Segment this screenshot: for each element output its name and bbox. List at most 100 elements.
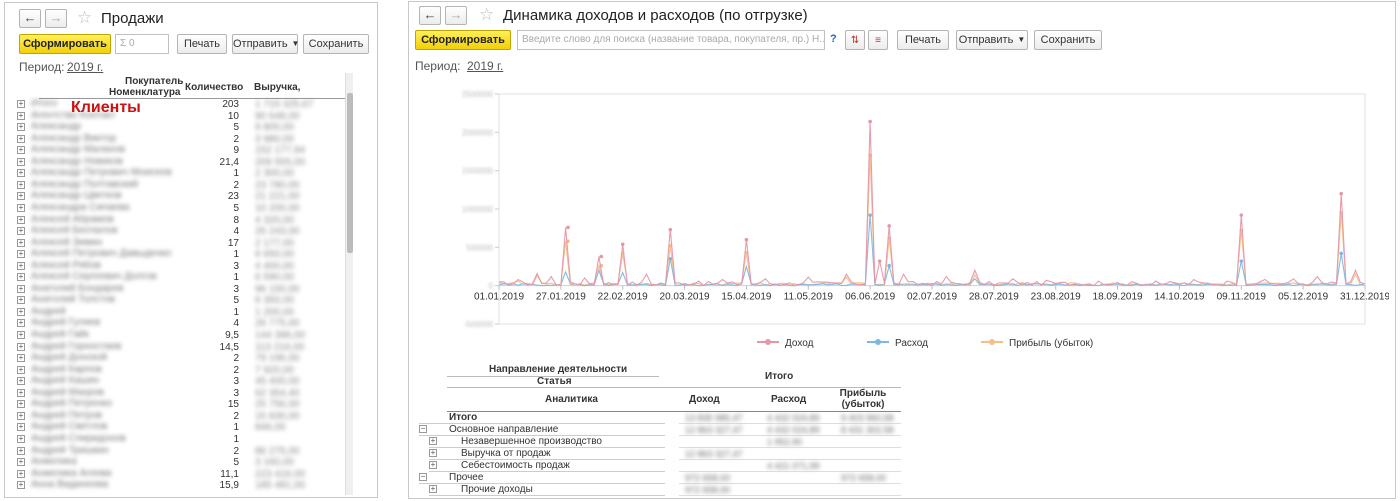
table-row[interactable]: + Андрей Спиридонов 1 xyxy=(5,434,365,445)
table-row[interactable]: + Александра Сипаева 5 10 200,00 xyxy=(5,203,365,214)
expand-plus-icon[interactable]: + xyxy=(17,169,25,178)
save-button[interactable]: Сохранить xyxy=(303,34,369,54)
save-button[interactable]: Сохранить xyxy=(1034,30,1102,50)
expand-plus-icon[interactable]: + xyxy=(17,180,25,189)
print-button[interactable]: Печать xyxy=(897,30,949,50)
sort-descending-icon[interactable]: ≡ xyxy=(868,30,888,50)
send-button[interactable]: Отправить ▼ xyxy=(232,34,299,54)
back-arrow-icon[interactable]: ← xyxy=(19,9,41,28)
expand-plus-icon[interactable]: + xyxy=(429,485,437,493)
table-row[interactable]: + Андрей Карпов 2 7 920,00 xyxy=(5,365,365,376)
expand-plus-icon[interactable]: + xyxy=(17,261,25,270)
expand-plus-icon[interactable]: + xyxy=(17,319,25,328)
expand-plus-icon[interactable]: + xyxy=(17,215,25,224)
table-row[interactable]: + Агентство Контакт 10 90 648,00 xyxy=(5,111,365,122)
table-row[interactable]: + Анатолий Бондарев 3 96 150,00 xyxy=(5,284,365,295)
expand-plus-icon[interactable]: + xyxy=(17,446,25,455)
table-row[interactable]: + Алексей Рябов 3 4 400,00 xyxy=(5,261,365,272)
table-row[interactable]: + Анжелика 5 3 160,00 xyxy=(5,457,365,468)
table-row[interactable]: + Андрей Кашин 3 45 400,00 xyxy=(5,376,365,387)
expand-plus-icon[interactable]: + xyxy=(429,449,437,457)
expand-plus-icon[interactable]: + xyxy=(17,400,25,409)
send-button[interactable]: Отправить ▼ xyxy=(956,30,1028,50)
table-row[interactable]: + Анна Видинеева 15,9 185 481,00 xyxy=(5,480,365,491)
table-row[interactable]: + Андрей Тришкин 2 86 275,00 xyxy=(5,446,365,457)
expand-plus-icon[interactable]: + xyxy=(17,250,25,259)
expand-plus-icon[interactable]: + xyxy=(17,146,25,155)
table-row[interactable]: + Выручка от продаж 12 863 327,47 xyxy=(409,448,909,460)
table-row[interactable]: + Андрей 1 1 200,00 xyxy=(5,307,365,318)
table-row[interactable]: + Александр 5 9 800,00 xyxy=(5,122,365,133)
table-row[interactable]: + Алексей Сергеевич Долгов 1 6 590,00 xyxy=(5,272,365,283)
forward-arrow-icon[interactable]: → xyxy=(45,9,67,28)
expand-plus-icon[interactable]: + xyxy=(17,192,25,201)
expand-plus-icon[interactable]: + xyxy=(17,354,25,363)
sigma-field[interactable]: Σ 0 xyxy=(115,34,169,54)
generate-button[interactable]: Сформировать xyxy=(19,34,111,54)
table-row[interactable]: + Алексей Абрамов 8 4 320,00 xyxy=(5,215,365,226)
vertical-scrollbar[interactable] xyxy=(345,73,353,495)
expand-plus-icon[interactable]: + xyxy=(17,388,25,397)
table-row[interactable]: + Александр Полтавский 2 23 780,00 xyxy=(5,180,365,191)
expand-plus-icon[interactable]: + xyxy=(17,423,25,432)
table-row[interactable]: + Андрей Светлов 1 846,00 xyxy=(5,422,365,433)
table-row[interactable]: + Андрей Гайк 9,5 144 396,00 xyxy=(5,330,365,341)
expand-plus-icon[interactable]: + xyxy=(17,123,25,132)
expand-plus-icon[interactable]: + xyxy=(17,273,25,282)
forward-arrow-icon[interactable]: → xyxy=(445,6,467,25)
table-row[interactable]: + Алексей Петрович Давыденко 1 6 650,00 xyxy=(5,249,365,260)
table-row[interactable]: + Андрей Горностаев 14,5 113 216,00 xyxy=(5,342,365,353)
back-arrow-icon[interactable]: ← xyxy=(419,6,441,25)
expand-plus-icon[interactable]: + xyxy=(17,284,25,293)
expand-plus-icon[interactable]: + xyxy=(17,157,25,166)
favorite-star-icon[interactable]: ☆ xyxy=(77,9,92,27)
table-row[interactable]: + Андрей Петренко 15 25 756,00 xyxy=(5,399,365,410)
table-row[interactable]: + Анжелика Агеева 11,1 223 416,00 xyxy=(5,469,365,480)
expand-plus-icon[interactable]: + xyxy=(17,331,25,339)
expand-plus-icon[interactable]: + xyxy=(17,100,25,108)
print-button[interactable]: Печать xyxy=(177,34,227,54)
generate-button[interactable]: Сформировать xyxy=(415,30,511,50)
table-row[interactable]: + Алексей Зимин 17 2 177,00 xyxy=(5,238,365,249)
table-row[interactable]: + Себестоимость продаж 4 421 071,99 xyxy=(409,460,909,472)
expand-plus-icon[interactable]: + xyxy=(17,469,25,478)
table-row[interactable]: + Александр Петрович Моисеев 1 2 300,00 xyxy=(5,168,365,179)
expand-plus-icon[interactable]: + xyxy=(429,437,437,445)
expand-plus-icon[interactable]: + xyxy=(17,134,25,143)
table-row[interactable]: + Андрей Махров 3 62 354,40 xyxy=(5,388,365,399)
table-row[interactable]: + Андрей Донской 2 79 196,00 xyxy=(5,353,365,364)
period-value-link[interactable]: 2019 г. xyxy=(467,59,503,73)
expand-plus-icon[interactable]: + xyxy=(17,307,25,316)
sort-ascending-icon[interactable]: ⇅ xyxy=(845,30,865,50)
table-row[interactable]: + Александр Новиков 21,4 209 555,00 xyxy=(5,157,365,168)
table-row[interactable]: + Итого 203 1 715 325,67 xyxy=(5,99,365,110)
search-input[interactable]: Введите слово для поиска (название товар… xyxy=(517,30,825,50)
expand-plus-icon[interactable]: + xyxy=(17,296,25,305)
table-row[interactable]: + Незавершенное производство 1 952,90 xyxy=(409,436,909,448)
table-row[interactable]: + Алексей Беспалов 4 26 243,00 xyxy=(5,226,365,237)
table-row[interactable]: + Прочие доходы 972 658,00 xyxy=(409,484,909,496)
expand-plus-icon[interactable]: + xyxy=(17,227,25,236)
help-icon[interactable]: ? xyxy=(830,33,837,45)
expand-plus-icon[interactable]: + xyxy=(17,434,25,443)
period-value-link[interactable]: 2019 г. xyxy=(67,60,103,74)
expand-plus-icon[interactable]: + xyxy=(17,377,25,386)
table-row[interactable]: + Александр Цветков 23 21 221,00 xyxy=(5,191,365,202)
table-row[interactable]: + Анатолий Толстов 5 6 350,00 xyxy=(5,295,365,306)
expand-plus-icon[interactable]: + xyxy=(17,481,25,490)
favorite-star-icon[interactable]: ☆ xyxy=(479,6,494,24)
table-row[interactable]: + Андрей Петров 2 15 830,00 xyxy=(5,411,365,422)
collapse-minus-icon[interactable]: − xyxy=(419,473,427,481)
expand-plus-icon[interactable]: + xyxy=(17,342,25,351)
table-row[interactable]: + Александр Виктор 2 3 980,00 xyxy=(5,134,365,145)
expand-plus-icon[interactable]: + xyxy=(17,365,25,374)
expand-plus-icon[interactable]: + xyxy=(17,111,25,120)
table-row[interactable]: + Александр Малахов 9 152 177,94 xyxy=(5,145,365,156)
expand-plus-icon[interactable]: + xyxy=(17,458,25,467)
expand-plus-icon[interactable]: + xyxy=(17,411,25,420)
table-row[interactable]: − Основное направление 12 863 327,47 4 432 … xyxy=(409,424,909,436)
expand-plus-icon[interactable]: + xyxy=(429,461,437,469)
collapse-minus-icon[interactable]: − xyxy=(419,425,427,433)
table-row[interactable]: Итого 13 835 985,47 4 432 024,89 9 403 960,… xyxy=(409,412,909,424)
expand-plus-icon[interactable]: + xyxy=(17,203,25,212)
